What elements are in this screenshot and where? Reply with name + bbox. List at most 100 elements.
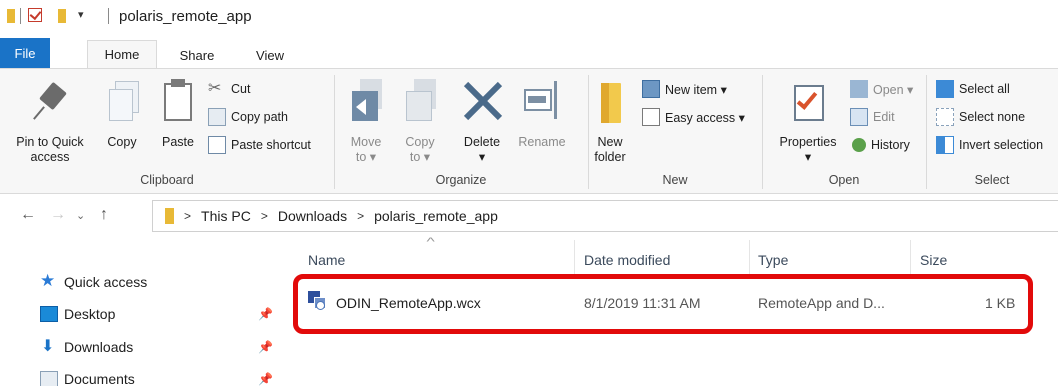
history-label: History (871, 138, 910, 152)
rename-button[interactable]: Rename (512, 75, 572, 150)
history-icon (852, 138, 866, 152)
group-label-open: Open (828, 173, 860, 187)
edit-button[interactable]: Edit (850, 106, 895, 128)
breadcrumb-chevron[interactable]: > (357, 209, 364, 223)
documents-icon (40, 371, 58, 386)
ribbon: Pin to Quick access Copy Paste Cut Copy … (0, 68, 1058, 194)
title-separator (20, 8, 21, 24)
group-label-select: Select (974, 173, 1010, 187)
cut-label: Cut (231, 82, 251, 96)
pin-label-2: access (30, 150, 70, 164)
move-label: Move (350, 135, 382, 149)
column-divider[interactable] (749, 240, 750, 276)
title-bar: ▾ polaris_remote_app (0, 0, 1058, 34)
folder-icon (7, 9, 15, 23)
forward-arrow-icon[interactable]: → (50, 206, 66, 224)
scissors-icon (208, 78, 226, 98)
new-folder-qat-icon[interactable] (58, 9, 66, 23)
group-separator (762, 75, 763, 189)
move-sub-label: to ▾ (355, 150, 377, 164)
nav-item-documents[interactable]: Documents (40, 367, 135, 386)
copy-path-button[interactable]: Copy path (208, 106, 288, 128)
navigation-bar: ← → ⌄ ↑ > This PC > Downloads > polaris_… (0, 198, 1058, 234)
properties-label: Properties (779, 135, 837, 149)
column-header-name[interactable]: Name (308, 252, 345, 268)
nav-item-desktop[interactable]: Desktop (40, 302, 115, 326)
recent-locations-chevron-icon[interactable]: ⌄ (76, 209, 85, 222)
paste-button[interactable]: Paste (156, 75, 200, 150)
column-header-type[interactable]: Type (758, 252, 788, 268)
address-bar[interactable]: > This PC > Downloads > polaris_remote_a… (152, 200, 1058, 232)
star-icon (40, 271, 58, 291)
breadcrumb-downloads[interactable]: Downloads (278, 208, 347, 224)
pin-to-quick-access-button[interactable]: Pin to Quick access (0, 75, 100, 165)
easy-access-icon (642, 108, 660, 126)
paste-shortcut-button[interactable]: Paste shortcut (208, 134, 311, 156)
navigation-pane: Quick access Desktop 📌 Downloads 📌 Docum… (0, 234, 284, 386)
select-all-label: Select all (959, 82, 1010, 96)
download-arrow-icon (40, 336, 58, 356)
new-item-label: New item ▾ (665, 82, 727, 97)
properties-qat-icon[interactable] (28, 8, 42, 22)
group-separator (926, 75, 927, 189)
select-all-button[interactable]: Select all (936, 78, 1010, 100)
tab-file[interactable]: File (0, 38, 50, 68)
nav-item-downloads[interactable]: Downloads (40, 335, 133, 359)
tab-share[interactable]: Share (172, 42, 222, 68)
up-arrow-icon[interactable]: ↑ (100, 206, 108, 224)
properties-button[interactable]: Properties ▾ (770, 75, 846, 165)
open-label: Open ▾ (873, 82, 914, 97)
delete-icon (460, 75, 504, 129)
file-size: 1 KB (985, 295, 1016, 311)
column-header-date-modified[interactable]: Date modified (584, 252, 670, 268)
breadcrumb-chevron[interactable]: > (261, 209, 268, 223)
group-label-new: New (662, 173, 688, 187)
paste-shortcut-label: Paste shortcut (231, 138, 311, 152)
cut-button[interactable]: Cut (208, 78, 250, 100)
invert-selection-icon (936, 136, 954, 154)
history-button[interactable]: History (850, 134, 910, 156)
pin-icon (30, 75, 70, 129)
nav-item-quick-access[interactable]: Quick access (40, 270, 147, 294)
sort-ascending-icon: ^ (426, 236, 435, 248)
nav-item-label: Downloads (64, 339, 134, 355)
column-divider[interactable] (574, 240, 575, 276)
edit-label: Edit (873, 110, 895, 124)
column-divider[interactable] (910, 240, 911, 276)
new-folder-button[interactable]: New folder (586, 75, 634, 165)
nav-item-label: Documents (64, 371, 135, 386)
edit-icon (850, 108, 868, 126)
select-none-button[interactable]: Select none (936, 106, 1025, 128)
ribbon-tabs: File Home Share View (0, 38, 1058, 68)
open-button[interactable]: Open ▾ (850, 78, 913, 100)
copy-to-button[interactable]: Copy to ▾ (398, 75, 442, 165)
column-header-size[interactable]: Size (920, 252, 947, 268)
pin-icon[interactable]: 📌 (258, 372, 273, 386)
title-separator (108, 8, 109, 24)
delete-button[interactable]: Delete ▾ (452, 75, 512, 165)
breadcrumb-chevron[interactable]: > (184, 209, 191, 223)
easy-access-button[interactable]: Easy access ▾ (642, 106, 745, 128)
select-all-icon (936, 80, 954, 98)
new-item-button[interactable]: New item ▾ (642, 78, 727, 100)
file-name[interactable]: ODIN_RemoteApp.wcx (336, 295, 481, 311)
qat-dropdown[interactable]: ▾ (78, 8, 84, 21)
new-item-icon (642, 80, 660, 98)
rename-icon (520, 75, 564, 129)
pin-icon[interactable]: 📌 (258, 307, 273, 321)
desktop-icon (40, 306, 58, 322)
properties-sub-label: ▾ (804, 150, 812, 164)
copy-button[interactable]: Copy (100, 75, 144, 150)
nav-item-label: Desktop (64, 306, 116, 322)
breadcrumb-this-pc[interactable]: This PC (201, 208, 251, 224)
move-to-button[interactable]: Move to ▾ (344, 75, 388, 165)
breadcrumb-polaris-remote-app[interactable]: polaris_remote_app (374, 208, 498, 224)
pin-icon[interactable]: 📌 (258, 340, 273, 354)
tab-home[interactable]: Home (87, 40, 157, 68)
paste-shortcut-icon (208, 136, 226, 154)
invert-selection-button[interactable]: Invert selection (936, 134, 1058, 156)
back-arrow-icon[interactable]: ← (20, 206, 36, 224)
paste-label: Paste (162, 135, 194, 149)
copy-path-icon (208, 108, 226, 126)
tab-view[interactable]: View (250, 42, 290, 68)
